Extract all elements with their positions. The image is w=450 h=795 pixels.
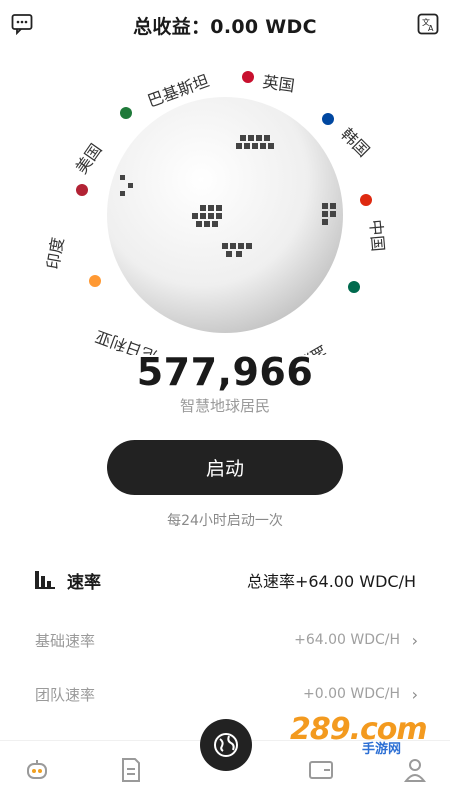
population-label: 智慧地球居民 [179,397,270,415]
rate-title: 速率 [67,573,101,593]
total-rate: 总速率+64.00 WDC/H [246,572,416,591]
svg-text:A: A [428,24,434,33]
country-label-usa: 美国 [72,140,106,177]
bangladesh-flag-icon [348,281,360,293]
base-rate-label: 基础速率 [35,631,96,650]
chevron-right-icon: › [411,630,418,650]
korea-flag-icon [322,113,334,125]
team-rate-value: +0.00 WDC/H [303,686,400,702]
watermark-logo: 289.com 手游网 [290,712,435,762]
bar-chart-icon [35,571,55,593]
watermark-brand: 289.com [290,712,428,747]
country-label-china: 中国 [366,219,388,253]
team-rate-row[interactable]: 团队速率 +0.00 WDC/H › [0,674,450,714]
translate-icon[interactable]: 文 A [416,12,440,36]
start-button[interactable]: 启动 [107,440,343,495]
chevron-right-icon: › [411,684,418,704]
country-label-uk: 英国 [261,72,295,95]
country-label-korea: 韩国 [337,124,373,160]
china-flag-icon [360,194,372,206]
india-flag-icon [89,275,101,287]
watermark-sub: 手游网 [362,742,402,757]
rate-header: 速率 总速率+64.00 WDC/H [0,560,450,600]
country-label-india: 印度 [43,236,67,271]
top-bar: 总收益：0.00 WDC 文 A [0,0,450,48]
pakistan-flag-icon [120,107,132,119]
globe-icon[interactable] [200,719,252,771]
team-rate-label: 团队速率 [35,685,96,704]
globe-visual: 巴基斯坦 英国 韩国 中国 孟加拉国 尼日利亚 印度 美国 [40,55,410,355]
document-icon[interactable] [116,755,146,785]
robot-icon[interactable] [22,755,52,785]
uk-flag-icon [242,71,254,83]
base-rate-value: +64.00 WDC/H [294,632,400,648]
page-title: 总收益：0.00 WDC [133,16,317,38]
population-count: 577,966 [136,350,314,394]
base-rate-row[interactable]: 基础速率 +64.00 WDC/H › [0,620,450,660]
usa-flag-icon [76,184,88,196]
start-note: 每24小时启动一次 [167,513,283,529]
